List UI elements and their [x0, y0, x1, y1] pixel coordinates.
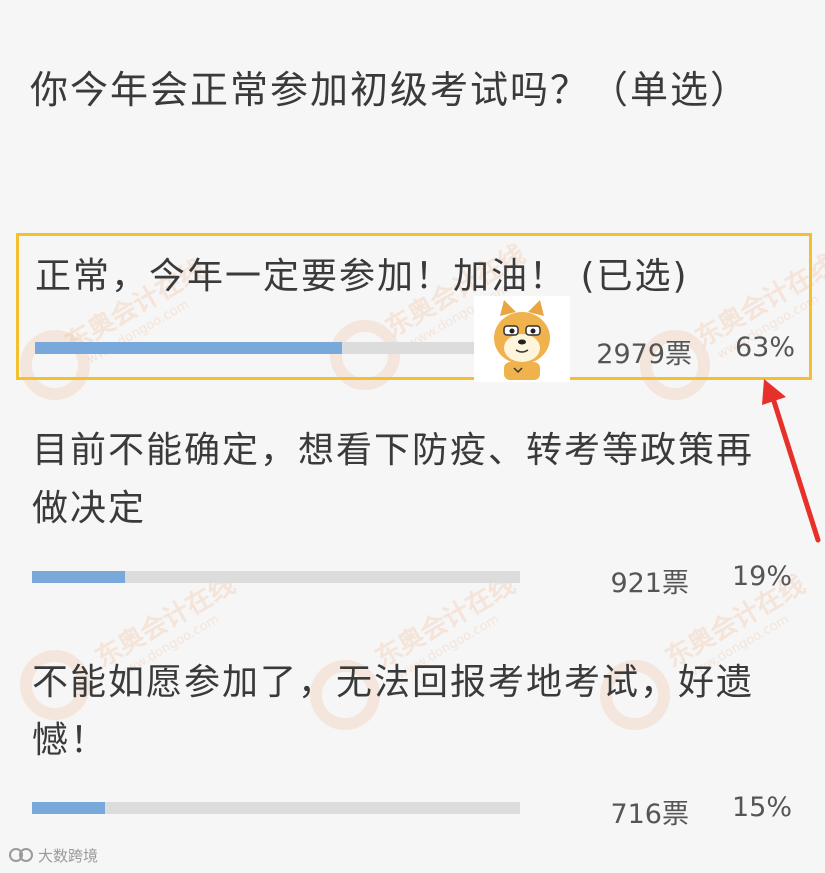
option-label: 正常，今年一定要参加！加油！ (已选) — [35, 256, 689, 297]
poll-question: 你今年会正常参加初级考试吗？（单选） — [30, 68, 751, 112]
poll-option-1[interactable]: 正常，今年一定要参加！加油！ (已选) 2979票 63% — [16, 233, 812, 380]
vote-percent: 63% — [734, 332, 795, 363]
logo-icon — [9, 848, 33, 862]
option-label: 目前不能确定，想看下防疫、转考等政策再做决定 — [32, 430, 755, 529]
vote-percent: 19% — [731, 561, 792, 592]
vote-progress-bar — [32, 571, 520, 583]
footer-logo: 大数跨境 — [8, 844, 98, 866]
vote-progress-fill — [32, 802, 106, 814]
vote-progress-fill — [35, 342, 343, 354]
vote-progress-fill — [32, 571, 125, 583]
vote-count: 716票 — [610, 799, 689, 830]
poll-option-3[interactable]: 不能如愿参加了，无法回报考地考试，好遗憾！ 716票 15% — [16, 650, 812, 830]
poll-option-2[interactable]: 目前不能确定，想看下防疫、转考等政策再做决定 921票 19% — [16, 416, 812, 599]
vote-count: 921票 — [610, 568, 689, 599]
vote-progress-bar — [32, 802, 520, 814]
vote-progress-bar — [35, 342, 523, 354]
vote-count: 2979票 — [596, 339, 692, 370]
option-label: 不能如愿参加了，无法回报考地考试，好遗憾！ — [32, 662, 755, 761]
footer-logo-text: 大数跨境 — [38, 846, 99, 865]
shiba-dog-sticker-icon — [474, 296, 570, 382]
vote-percent: 15% — [731, 792, 792, 823]
